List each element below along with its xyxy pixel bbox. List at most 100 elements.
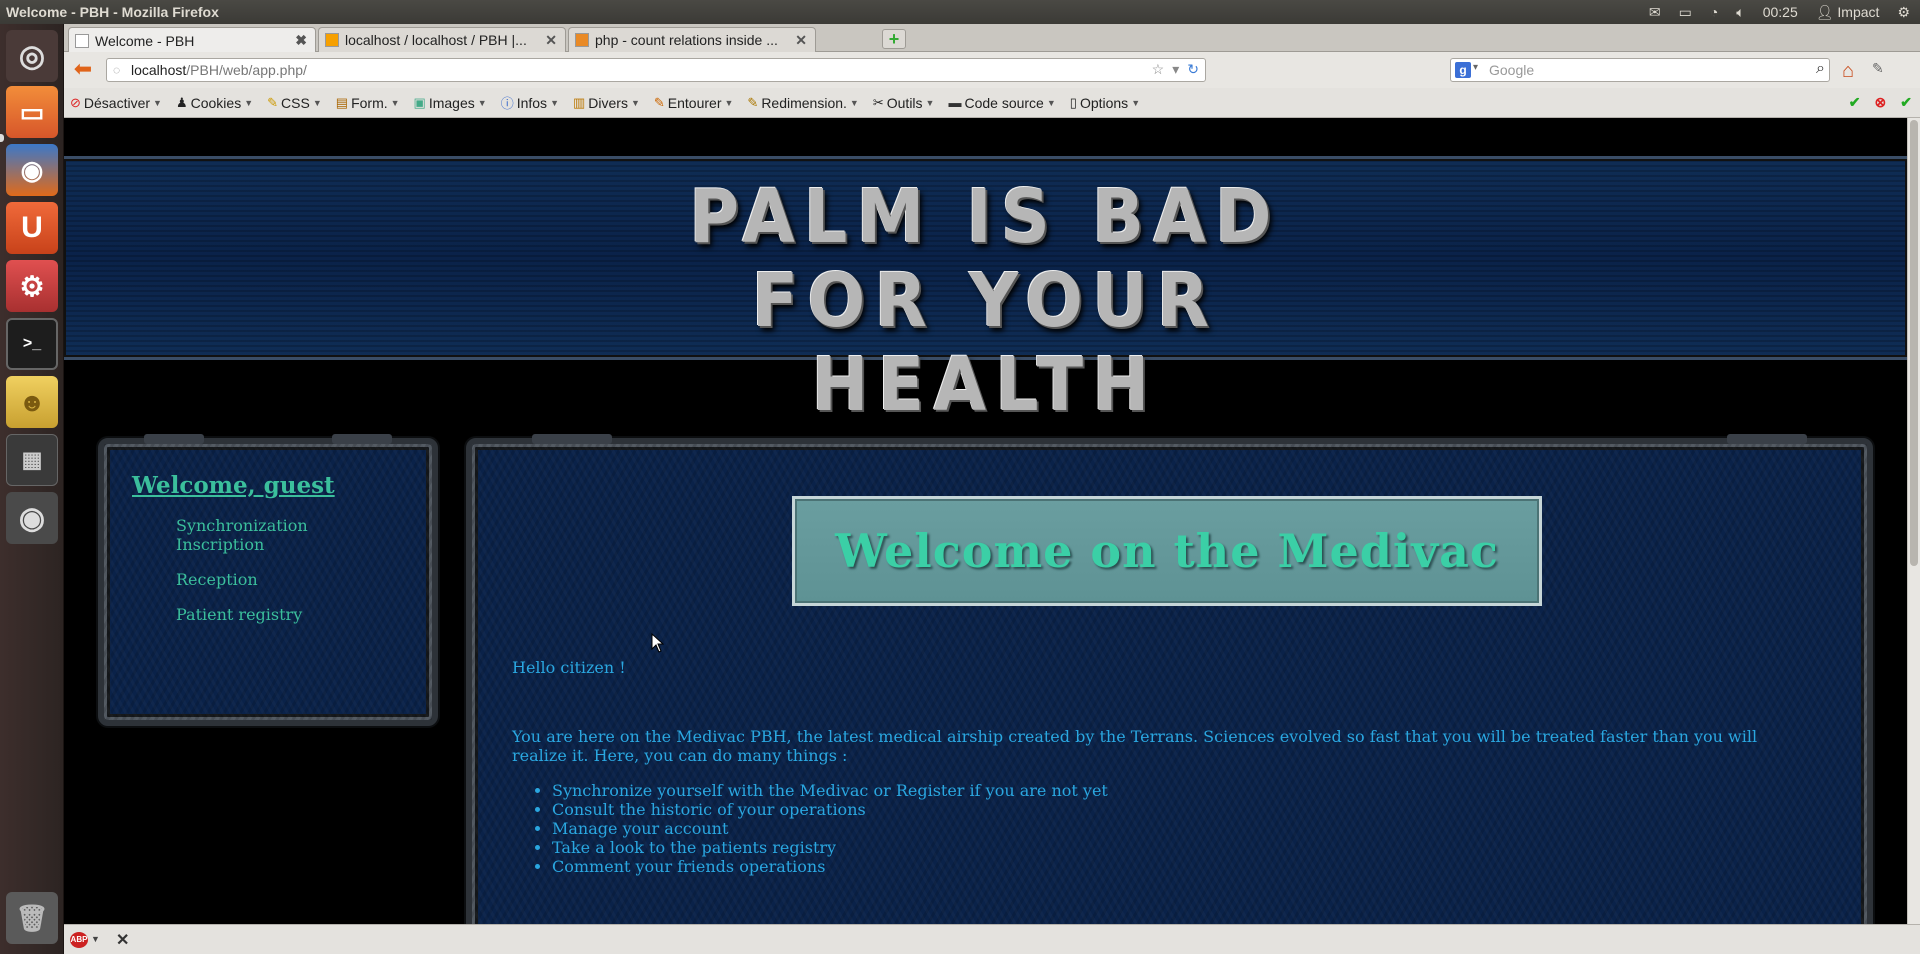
navigation-bar: ⬅ ◌ localhost/PBH/web/app.php/ ☆ ▾ ↻ g ▾… xyxy=(64,52,1920,88)
devbar-resize-menu[interactable]: ✎ Redimension. ▼ xyxy=(747,95,858,111)
devbar-css-menu[interactable]: ✎ CSS ▼ xyxy=(267,95,322,111)
cookies-icon: ♟ xyxy=(175,94,188,110)
intro-paragraph: You are here on the Medivac PBH, the lat… xyxy=(512,727,1758,765)
disable-icon: ⊘ xyxy=(70,94,81,110)
back-button[interactable]: ⬅ xyxy=(70,58,96,82)
devbar-divers-menu[interactable]: ▥ Divers ▼ xyxy=(573,95,640,111)
disc-icon[interactable]: ◉ xyxy=(6,492,58,544)
new-tab-button[interactable]: + xyxy=(882,29,906,49)
adblock-dropdown-icon[interactable]: ▼ xyxy=(91,934,100,944)
misc-icon: ▥ xyxy=(572,94,586,110)
tab-phpmyadmin[interactable]: localhost / localhost / PBH |... ✕ xyxy=(318,27,566,52)
tab-label: php - count relations inside ... xyxy=(595,32,778,48)
user-menu[interactable]: 👤︎ Impact xyxy=(1816,4,1880,21)
tab-stackoverflow[interactable]: php - count relations inside ... ✕ xyxy=(568,27,816,52)
dropdown-arrow-icon: ▼ xyxy=(925,97,935,108)
main-content: Hello citizen ! You are here on the Medi… xyxy=(512,658,1812,876)
tab-welcome-pbh[interactable]: Welcome - PBH ✖ xyxy=(68,27,316,53)
files-folder-icon[interactable]: ▭ xyxy=(6,86,58,138)
close-tab-icon[interactable]: ✕ xyxy=(545,32,557,49)
devbar-disable-menu[interactable]: ⊘ Désactiver ▼ xyxy=(70,95,162,111)
extension-button[interactable]: ✎ xyxy=(1872,60,1894,80)
mouse-cursor-icon xyxy=(651,633,665,653)
resize-icon: ✎ xyxy=(747,94,759,110)
dash-home-icon[interactable]: ◎ xyxy=(6,30,58,82)
home-button[interactable]: ⌂ xyxy=(1842,60,1864,82)
outline-icon: ✎ xyxy=(653,94,665,110)
trash-icon[interactable]: 🗑︎ xyxy=(6,892,58,944)
url-bar[interactable]: ◌ localhost/PBH/web/app.php/ ☆ ▾ ↻ xyxy=(106,58,1206,82)
user-icon: 👤︎ xyxy=(1815,3,1834,20)
devbar-infos-menu[interactable]: ⓘ Infos ▼ xyxy=(501,93,559,112)
history-dropdown-icon[interactable]: ▾ xyxy=(1172,61,1179,78)
sidebar-panel: Welcome, guest Synchronization Inscripti… xyxy=(98,434,438,726)
blank-page-icon xyxy=(75,33,89,48)
terminal-icon[interactable]: >_ xyxy=(6,318,58,370)
user-name: Impact xyxy=(1837,3,1880,20)
site-identity-icon[interactable]: ◌ xyxy=(113,63,120,77)
reload-icon[interactable]: ↻ xyxy=(1187,61,1199,78)
devbar-label: Cookies xyxy=(190,94,242,111)
devbar-source-menu[interactable]: ▬ Code source ▼ xyxy=(948,95,1055,111)
dropdown-arrow-icon: ▼ xyxy=(849,97,859,108)
extension-icon: ✎ xyxy=(1872,60,1884,76)
source-icon: ▬ xyxy=(948,95,962,110)
sidebar-link-inscription[interactable]: Inscription xyxy=(176,535,308,554)
css-icon: ✎ xyxy=(267,94,279,110)
firefox-icon[interactable]: ◉ xyxy=(6,144,58,196)
close-tab-icon[interactable]: ✕ xyxy=(795,32,807,49)
search-icon[interactable]: ⌕ xyxy=(1816,60,1825,78)
pidgin-icon[interactable]: ☻ xyxy=(6,376,58,428)
dropdown-arrow-icon: ▼ xyxy=(153,97,162,108)
sidebar-link-reception[interactable]: Reception xyxy=(176,570,308,589)
close-addon-bar-icon[interactable]: ✕ xyxy=(116,930,129,950)
sidebar-link-patient-registry[interactable]: Patient registry xyxy=(176,605,308,624)
ubuntu-one-icon[interactable]: U xyxy=(6,202,58,254)
dropdown-arrow-icon: ▼ xyxy=(477,97,487,108)
page-scrollbar[interactable] xyxy=(1907,118,1920,924)
search-bar[interactable]: g ▾ Google ⌕ xyxy=(1450,58,1830,82)
close-tab-icon[interactable]: ✖ xyxy=(295,32,307,49)
options-icon: ▯ xyxy=(1069,94,1077,110)
settings-gear-icon[interactable]: ⚙ xyxy=(1897,4,1910,21)
devbar-label: Infos xyxy=(516,94,548,111)
bookmark-star-icon[interactable]: ☆ xyxy=(1152,61,1165,78)
clock[interactable]: 00:25 xyxy=(1763,4,1798,20)
volume-icon[interactable]: 🔈︎ xyxy=(1736,4,1744,21)
system-top-panel: Welcome - PBH - Mozilla Firefox ✉ ▭ ◔ 🔈︎… xyxy=(0,0,1920,24)
system-settings-icon[interactable]: ⚙ xyxy=(6,260,58,312)
tab-label: Welcome - PBH xyxy=(95,32,195,49)
devbar-label: Code source xyxy=(964,94,1044,111)
images-icon: ▣ xyxy=(413,94,426,110)
web-developer-toolbar: ⊘ Désactiver ▼ ♟ Cookies ▼ ✎ CSS ▼ ▤ Form. ▼ ▣ Im… xyxy=(64,88,1920,118)
devbar-forms-menu[interactable]: ▤ Form. ▼ xyxy=(336,95,400,111)
devbar-cookies-menu[interactable]: ♟ Cookies ▼ xyxy=(176,95,253,111)
mail-icon[interactable]: ✉ xyxy=(1649,4,1661,21)
battery-icon[interactable]: ▭ xyxy=(1679,4,1692,21)
devbar-options-menu[interactable]: ▯ Options ▼ xyxy=(1070,95,1140,111)
feature-item: Consult the historic of your operations xyxy=(552,800,1812,819)
engine-dropdown-icon[interactable]: ▾ xyxy=(1473,62,1478,73)
wifi-icon[interactable]: ◔ xyxy=(1710,4,1718,20)
indicator-area: ✉ ▭ ◔ 🔈︎ 00:25 👤︎ Impact ⚙ xyxy=(1649,4,1920,21)
sidebar-link-synchronization[interactable]: Synchronization xyxy=(176,516,308,535)
devbar-tools-menu[interactable]: ✂ Outils ▼ xyxy=(873,95,935,111)
devbar-images-menu[interactable]: ▣ Images ▼ xyxy=(414,95,487,111)
html-valid-check-icon[interactable]: ✔ xyxy=(1900,94,1912,111)
sidebar-title[interactable]: Welcome, guest xyxy=(132,472,335,499)
tab-label: localhost / localhost / PBH |... xyxy=(345,32,527,48)
devbar-label: Outils xyxy=(886,94,923,111)
adblock-icon[interactable]: ABP xyxy=(70,932,88,948)
devbar-outline-menu[interactable]: ✎ Entourer ▼ xyxy=(654,95,734,111)
sidebar-nav: Synchronization Inscription Reception Pa… xyxy=(176,516,308,624)
frame-ornament xyxy=(532,434,612,444)
welcome-heading: Welcome on the Medivac xyxy=(835,524,1499,578)
google-engine-icon[interactable]: g xyxy=(1455,62,1471,78)
site-title: PALM IS BAD FOR YOUR HEALTH xyxy=(689,174,1281,428)
running-indicator xyxy=(0,134,4,142)
css-valid-check-icon[interactable]: ✔ xyxy=(1849,94,1861,111)
js-error-icon[interactable]: ⊗ xyxy=(1875,94,1887,111)
scrollbar-thumb[interactable] xyxy=(1910,120,1918,566)
workspace-switcher-icon[interactable]: ▦ xyxy=(6,434,58,486)
devbar-label: Désactiver xyxy=(83,94,151,111)
